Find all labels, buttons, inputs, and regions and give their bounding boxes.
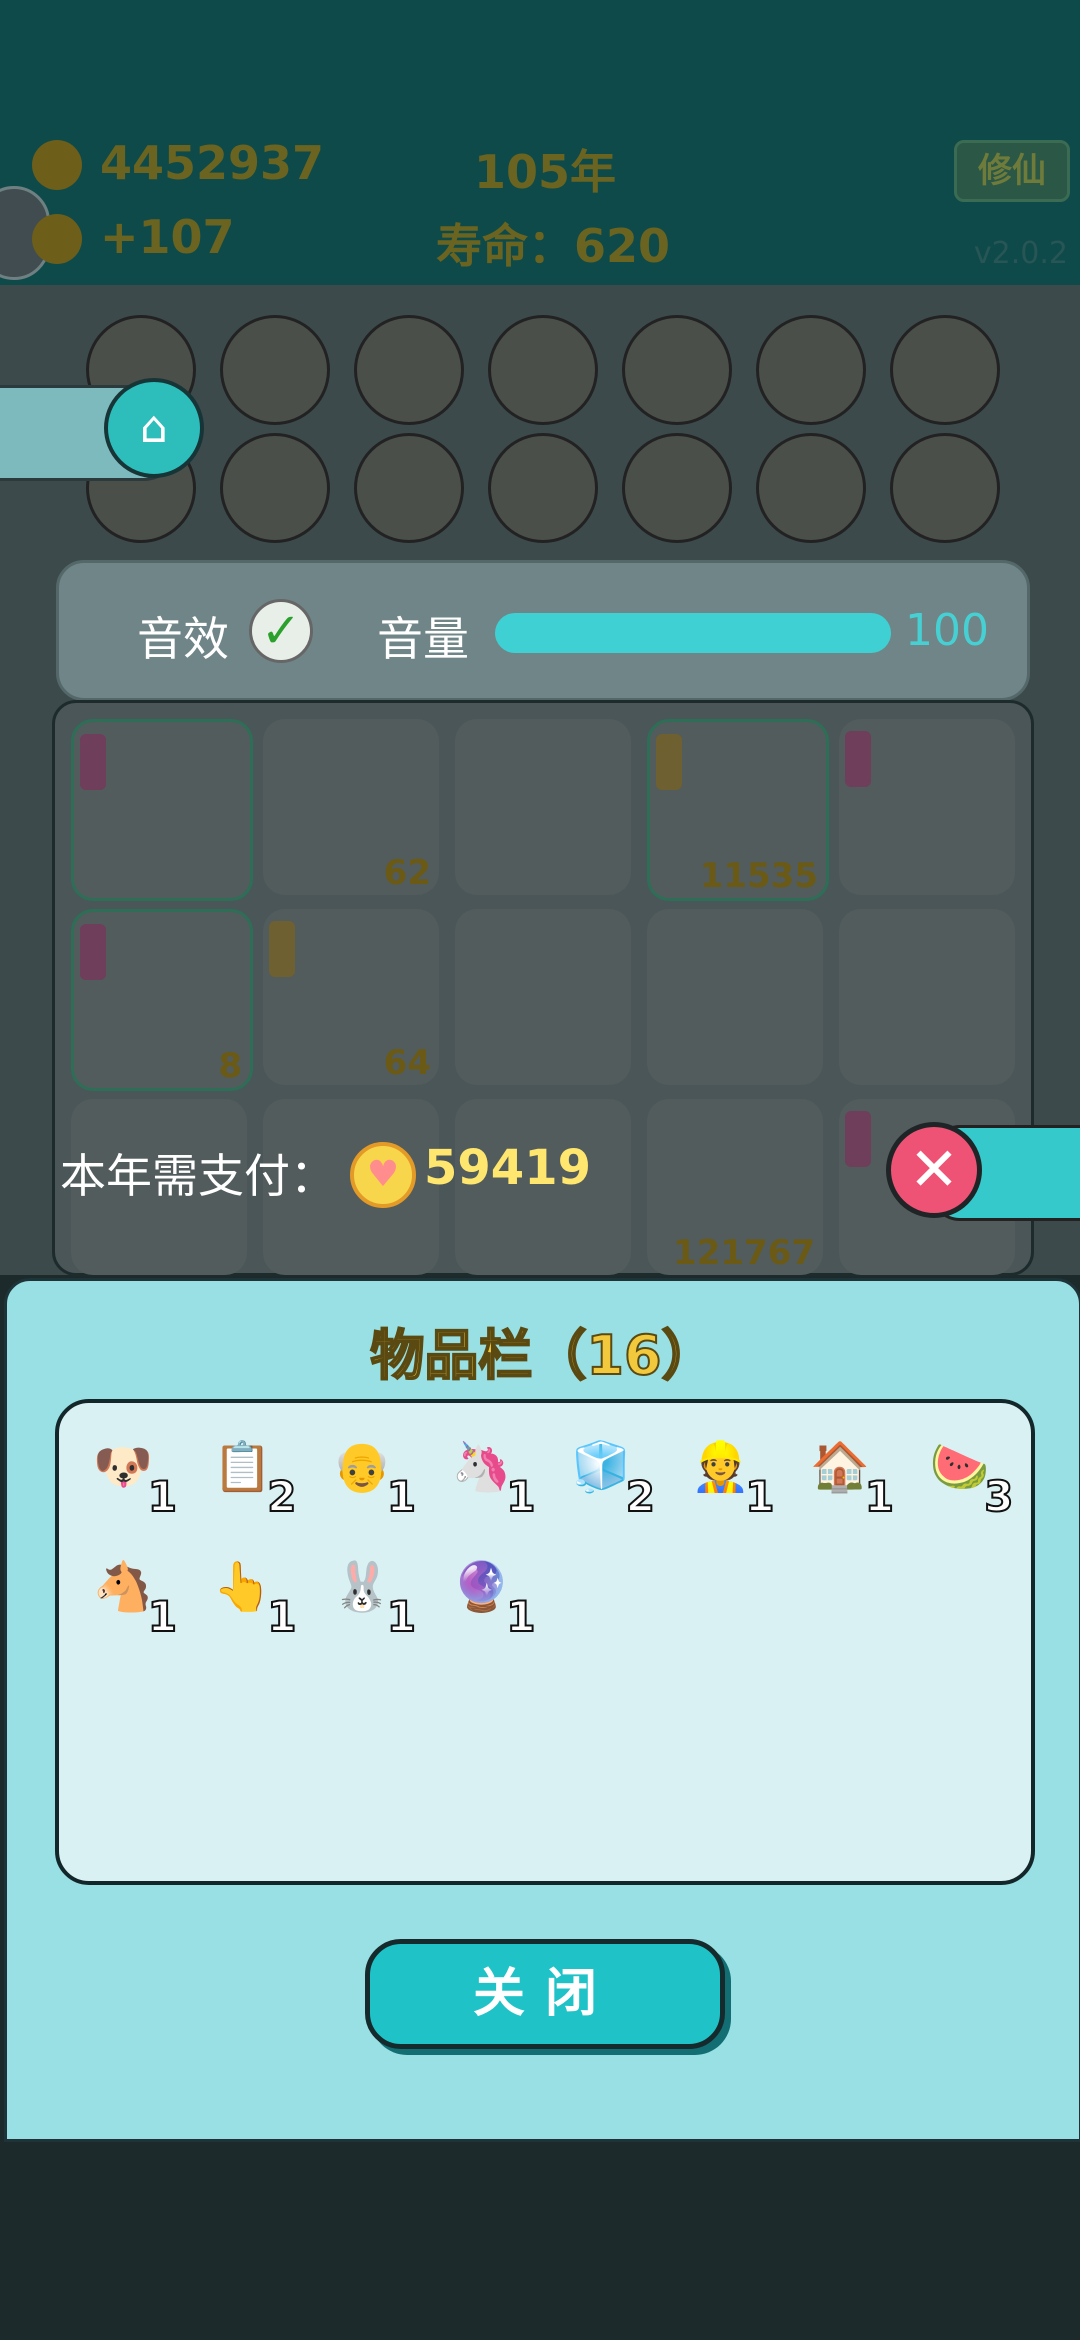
minus-icon[interactable] — [488, 433, 598, 543]
grid-cell[interactable] — [839, 719, 1015, 895]
inventory-dialog: 物品栏（16） 🐶 1 📋 2 👴 1 🦄 1 🧊 2 👷 1 🏠 1 🍉 3 🐴 1 👆 1 🐰 1 🔮 1 关闭 — [4, 1278, 1080, 2142]
close-button[interactable]: 关闭 — [365, 1939, 725, 2049]
inventory-item[interactable]: 🐴 1 — [77, 1541, 178, 1642]
rarity-tag — [656, 734, 682, 790]
income-icon — [32, 214, 82, 264]
item-count: 1 — [147, 1471, 178, 1522]
inventory-item[interactable]: 📋 2 — [197, 1421, 298, 1522]
payment-label: 本年需支付： — [60, 1149, 336, 1203]
cell-count: 11535 — [699, 856, 818, 896]
item-count: 1 — [386, 1591, 417, 1642]
grid-cell[interactable]: 64 — [263, 909, 439, 1085]
inventory-title: 物品栏（16） — [369, 1323, 716, 1388]
inventory-item[interactable]: 🍉 3 — [914, 1421, 1015, 1522]
inventory-item[interactable]: 🔮 1 — [436, 1541, 537, 1642]
version-label: v2.0.2 — [973, 236, 1068, 271]
minus-icon[interactable] — [354, 433, 464, 543]
close-x-icon[interactable]: ✕ — [886, 1122, 982, 1218]
cultivate-badge[interactable]: 修仙 — [954, 140, 1070, 202]
cell-count: 62 — [383, 853, 431, 893]
rarity-tag — [80, 734, 106, 790]
coin-icon: ♥ — [350, 1142, 416, 1208]
sound-effect-label: 音效 — [137, 612, 229, 666]
grid-cell[interactable] — [647, 909, 823, 1085]
inventory-item[interactable]: 🦄 1 — [436, 1421, 537, 1522]
inventory-item[interactable]: 👷 1 — [675, 1421, 776, 1522]
coin-icon — [32, 140, 82, 190]
inventory-item[interactable]: 👴 1 — [316, 1421, 417, 1522]
sound-settings-panel: 音效 ✓ 音量 100 — [56, 560, 1030, 701]
rarity-tag — [80, 924, 106, 980]
item-count: 1 — [505, 1471, 536, 1522]
rarity-tag — [845, 731, 871, 787]
item-count: 3 — [983, 1471, 1014, 1522]
panda-icon[interactable] — [220, 433, 330, 543]
item-count: 2 — [266, 1471, 297, 1522]
milk-tea-icon[interactable] — [756, 433, 866, 543]
cell-count: 8 — [218, 1046, 242, 1086]
grid-cell[interactable] — [71, 719, 253, 901]
wang-icon[interactable] — [622, 433, 732, 543]
grid-cell[interactable]: 11535 — [647, 719, 829, 901]
volume-slider[interactable] — [495, 613, 891, 653]
cell-count: 121767 — [673, 1233, 815, 1273]
bowl-icon[interactable] — [220, 315, 330, 425]
lifespan-label: 寿命：620 — [436, 219, 671, 273]
rarity-tag — [845, 1111, 871, 1167]
grid-cell[interactable] — [839, 909, 1015, 1085]
item-count: 1 — [505, 1591, 536, 1642]
item-count: 2 — [625, 1471, 656, 1522]
rarity-tag — [269, 921, 295, 977]
grid-cell[interactable]: 62 — [263, 719, 439, 895]
year-label: 105年 — [474, 145, 617, 199]
rice-bowl-icon[interactable] — [890, 315, 1000, 425]
cell-count: 64 — [383, 1043, 431, 1083]
payment-amount: 59419 — [424, 1140, 591, 1196]
inventory-item[interactable]: 🐰 1 — [316, 1541, 417, 1642]
grid-cell[interactable] — [455, 719, 631, 895]
inventory-item[interactable]: 🧊 2 — [555, 1421, 656, 1522]
volume-value: 100 — [905, 605, 989, 656]
sound-check-icon[interactable]: ✓ — [249, 599, 313, 663]
coin-total: 4452937 — [100, 136, 325, 190]
inventory-item[interactable]: 🐶 1 — [77, 1421, 178, 1522]
item-count: 1 — [864, 1471, 895, 1522]
inventory-item[interactable]: 👆 1 — [197, 1541, 298, 1642]
grid-cell[interactable]: 121767 — [647, 1099, 823, 1275]
item-count: 1 — [266, 1591, 297, 1642]
home-icon[interactable]: ⌂ — [104, 378, 204, 478]
inventory-item[interactable]: 🏠 1 — [794, 1421, 895, 1522]
volume-label: 音量 — [377, 612, 469, 666]
printer-icon[interactable] — [354, 315, 464, 425]
compass-icon[interactable] — [890, 433, 1000, 543]
grid-cell[interactable] — [455, 909, 631, 1085]
unicorn-pair-icon[interactable] — [622, 315, 732, 425]
item-count: 1 — [147, 1591, 178, 1642]
item-count: 1 — [744, 1471, 775, 1522]
item-count: 1 — [386, 1471, 417, 1522]
grid-cell[interactable]: 8 — [71, 909, 253, 1091]
coin-income: +107 — [100, 210, 235, 264]
inventory-list: 🐶 1 📋 2 👴 1 🦄 1 🧊 2 👷 1 🏠 1 🍉 3 🐴 1 👆 1 🐰 1 🔮 1 — [55, 1399, 1035, 1885]
ghost-icon[interactable] — [488, 315, 598, 425]
chick-icon[interactable] — [756, 315, 866, 425]
top-status-bar: 4452937 +107 105年 寿命：620 修仙 v2.0.2 — [0, 0, 1080, 285]
